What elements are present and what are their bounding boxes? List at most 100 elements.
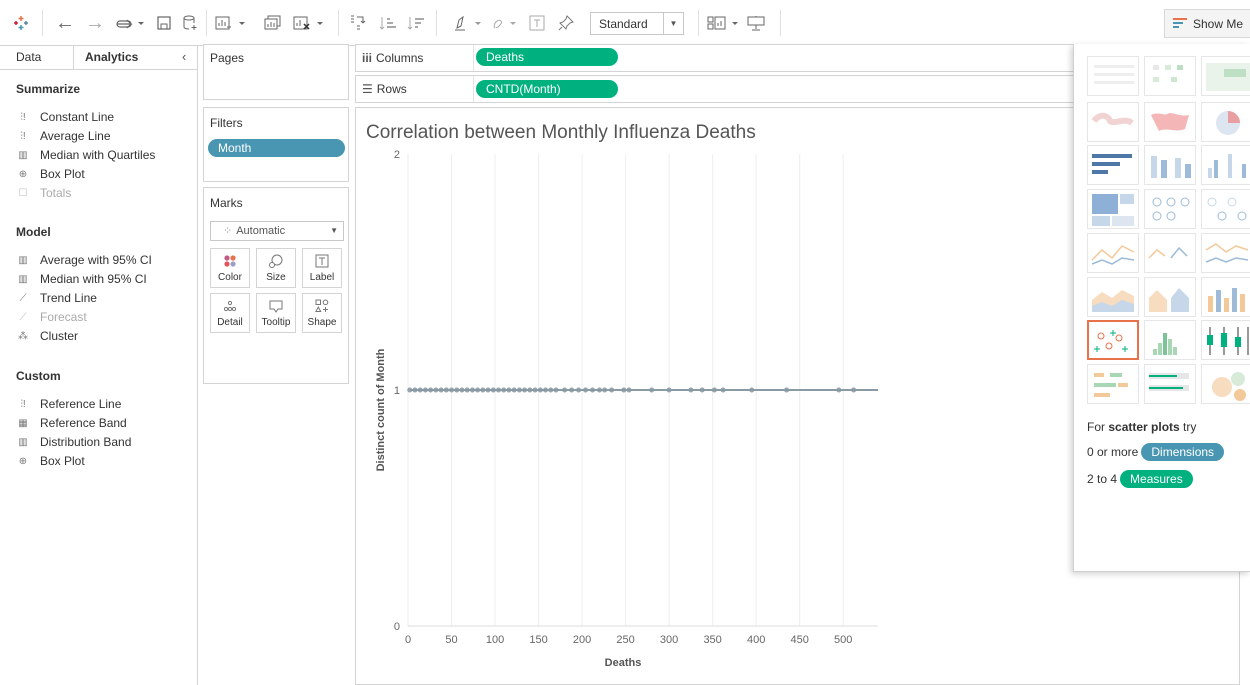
save-icon[interactable] — [155, 11, 173, 35]
filters-shelf-title: Filters — [210, 116, 243, 130]
y-axis-title[interactable]: Distinct count of Month — [375, 348, 387, 471]
show-me-area-continuous-tile[interactable] — [1087, 277, 1139, 317]
analytics-item-average-with-95-ci[interactable]: ▥ Average with 95% CI — [16, 252, 152, 268]
show-me-bullet-graph-tile[interactable] — [1144, 364, 1196, 404]
marks-color-button[interactable]: Color — [210, 248, 250, 288]
clear-sheet-icon[interactable] — [292, 11, 332, 35]
show-me-pie-chart-tile[interactable] — [1201, 102, 1250, 142]
undo-icon[interactable]: ← — [54, 11, 76, 35]
marks-detail-button[interactable]: Detail — [210, 293, 250, 333]
rows-pill-cntd-month[interactable]: CNTD(Month) — [476, 80, 618, 98]
new-worksheet-icon[interactable] — [214, 11, 254, 35]
tab-analytics[interactable]: Analytics — [85, 46, 138, 70]
show-me-text-table-tile[interactable] — [1087, 56, 1139, 96]
y-tick-label: 0 — [394, 621, 400, 633]
sort-ascending-icon[interactable] — [378, 11, 398, 35]
analytics-item-constant-line[interactable]: ⫶! Constant Line — [16, 109, 114, 125]
show-me-packed-bubbles-tile[interactable] — [1201, 364, 1250, 404]
continuous-lines-icon — [1091, 245, 1135, 265]
analytics-item-box-plot-custom[interactable]: ⊕ Box Plot — [16, 453, 85, 469]
marks-button-label: Detail — [217, 317, 243, 328]
new-data-source-icon[interactable] — [181, 11, 199, 35]
show-me-gantt-chart-tile[interactable] — [1087, 364, 1139, 404]
heat-map-icon — [1153, 65, 1183, 82]
show-me-continuous-lines-tile[interactable] — [1087, 233, 1139, 273]
marks-size-button[interactable]: Size — [256, 248, 296, 288]
marks-label-button[interactable]: Label — [302, 248, 342, 288]
collapse-pane-icon[interactable]: ‹ — [182, 49, 186, 64]
show-me-stacked-bars-tile[interactable] — [1144, 145, 1196, 185]
show-me-panel: For scatter plots try 0 or more Dimension… — [1073, 44, 1250, 572]
show-cards-icon[interactable] — [706, 11, 744, 35]
tooltip-icon — [269, 299, 283, 313]
analytics-item-label: Box Plot — [40, 454, 85, 468]
analytics-item-trend-line[interactable]: ⟋ Trend Line — [16, 290, 97, 306]
show-me-button[interactable]: Show Me — [1164, 9, 1250, 38]
marks-shape-button[interactable]: Shape — [302, 293, 342, 333]
pages-shelf[interactable]: Pages — [203, 44, 349, 100]
box-plot-icon: ⊕ — [18, 169, 28, 180]
totals-icon: ☐ — [18, 188, 28, 199]
x-tick-label: 100 — [486, 634, 504, 646]
filters-shelf[interactable]: Filters Month — [203, 107, 349, 182]
x-tick-label: 200 — [573, 634, 591, 646]
gantt-chart-icon — [1094, 373, 1128, 397]
swap-rows-columns-icon[interactable] — [346, 11, 368, 35]
show-labels-icon[interactable] — [528, 11, 546, 35]
show-me-treemap-tile[interactable] — [1087, 189, 1139, 229]
replay-icon[interactable] — [113, 11, 147, 35]
show-me-side-by-side-bars-tile[interactable] — [1201, 145, 1250, 185]
analytics-item-distribution-band[interactable]: ▥ Distribution Band — [16, 434, 131, 450]
marks-tooltip-button[interactable]: Tooltip — [256, 293, 296, 333]
toolbar-separator — [780, 10, 781, 36]
show-me-highlight-table-tile[interactable] — [1201, 56, 1250, 96]
show-me-scatter-plot-tile[interactable] — [1087, 320, 1139, 360]
show-me-filled-map-tile[interactable] — [1144, 102, 1196, 142]
show-me-histogram-tile[interactable] — [1144, 320, 1196, 360]
fix-axes-icon[interactable] — [556, 11, 576, 35]
show-me-side-by-side-circles-tile[interactable] — [1201, 189, 1250, 229]
analytics-item-box-plot[interactable]: ⊕ Box Plot — [16, 166, 85, 182]
analytics-item-reference-band[interactable]: ▦ Reference Band — [16, 415, 126, 431]
size-icon — [269, 254, 283, 268]
columns-shelf-label: iii Columns — [362, 51, 423, 65]
detail-icon — [223, 299, 237, 313]
presentation-mode-icon[interactable] — [746, 11, 766, 35]
treemap-icon — [1092, 194, 1134, 226]
marks-button-label: Shape — [307, 317, 337, 328]
show-me-symbol-map-tile[interactable] — [1087, 102, 1139, 142]
highlight-icon[interactable] — [452, 11, 486, 35]
show-me-horizontal-bars-tile[interactable] — [1087, 145, 1139, 185]
columns-pill-deaths[interactable]: Deaths — [476, 48, 618, 66]
filter-pill-month[interactable]: Month — [208, 139, 345, 157]
tableau-logo-icon[interactable] — [12, 11, 30, 35]
analytics-item-label: Average Line — [40, 129, 111, 143]
show-me-box-and-whisker-tile[interactable] — [1201, 320, 1250, 360]
show-me-dual-combination-tile[interactable] — [1201, 277, 1250, 317]
sort-descending-icon[interactable] — [406, 11, 426, 35]
x-axis-title[interactable]: Deaths — [605, 657, 642, 669]
columns-icon: iii — [362, 51, 373, 65]
mark-type-icon: ⁘ — [223, 225, 233, 237]
marks-button-label: Label — [309, 272, 335, 283]
redo-icon[interactable]: → — [84, 11, 106, 35]
show-me-heat-map-tile[interactable] — [1144, 56, 1196, 96]
show-me-dual-lines-tile[interactable] — [1201, 233, 1250, 273]
analytics-item-average-line[interactable]: ⫶! Average Line — [16, 128, 111, 144]
analytics-item-reference-line[interactable]: ⫶! Reference Line — [16, 396, 121, 412]
mark-type-select[interactable]: ⁘ Automatic ▼ — [210, 221, 344, 241]
toolbar-separator — [42, 10, 43, 36]
analytics-item-label: Distribution Band — [40, 435, 132, 449]
duplicate-sheet-icon[interactable] — [262, 11, 284, 35]
show-me-circle-views-tile[interactable] — [1144, 189, 1196, 229]
chevron-down-icon: ▼ — [330, 226, 338, 235]
analytics-item-median-with-quartiles[interactable]: ▥ Median with Quartiles — [16, 147, 155, 163]
analytics-item-median-with-95-ci[interactable]: ▥ Median with 95% CI — [16, 271, 146, 287]
show-me-area-discrete-tile[interactable] — [1144, 277, 1196, 317]
circle-views-icon — [1152, 197, 1190, 221]
analytics-item-cluster[interactable]: ⁂ Cluster — [16, 328, 78, 344]
fit-select[interactable]: Standard ▼ — [590, 12, 684, 35]
group-members-icon[interactable] — [490, 11, 520, 35]
tab-data[interactable]: Data — [16, 46, 41, 70]
show-me-discrete-lines-tile[interactable] — [1144, 233, 1196, 273]
